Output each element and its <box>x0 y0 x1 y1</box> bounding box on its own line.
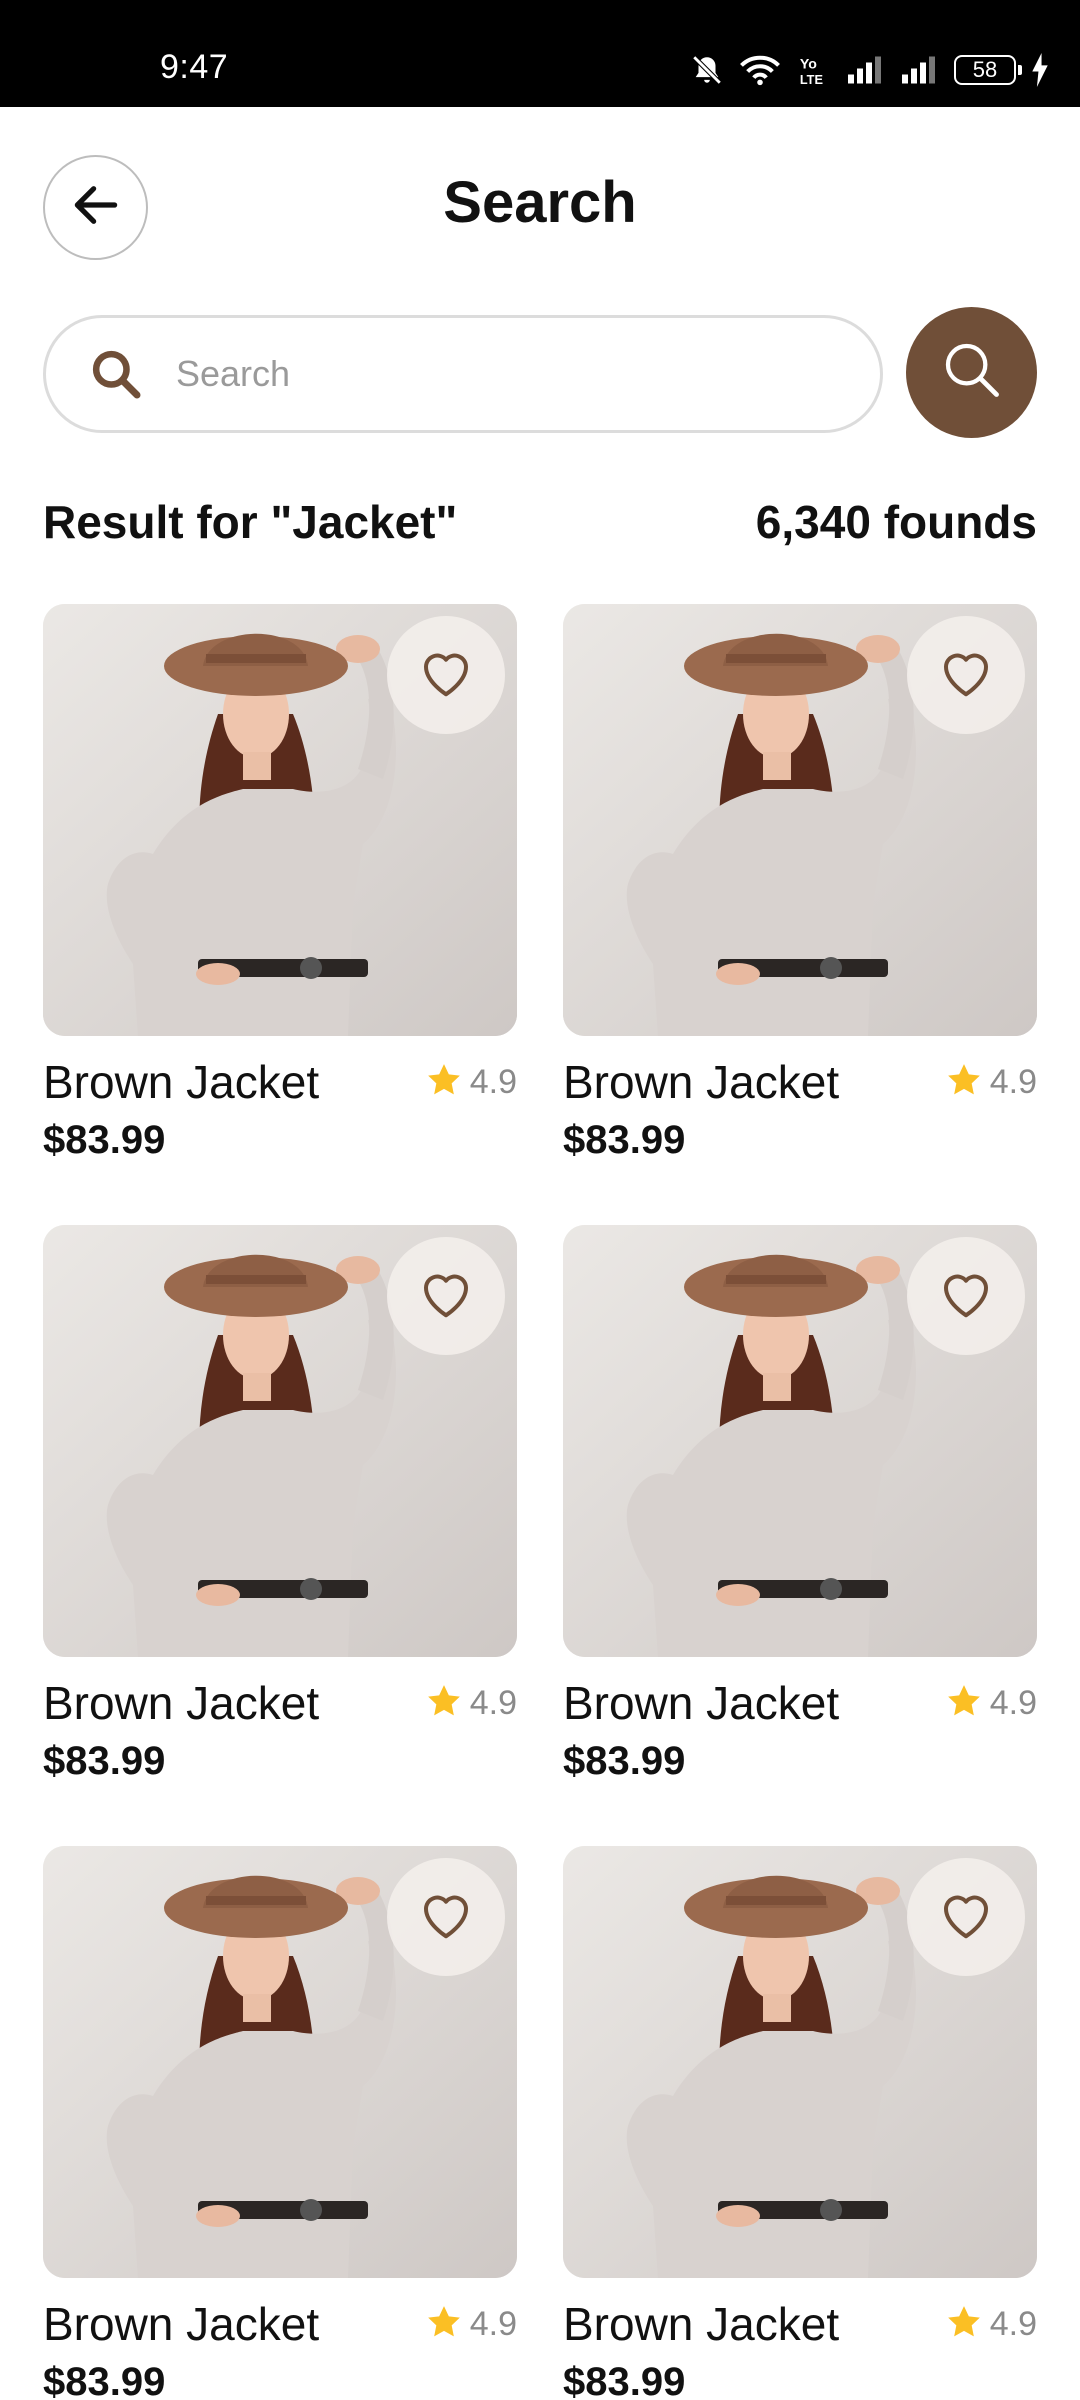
search-icon <box>86 344 146 404</box>
favorite-button[interactable] <box>387 1237 505 1355</box>
volte-icon: Yo LTE <box>796 53 832 87</box>
heart-icon <box>936 1885 996 1950</box>
rating-value: 4.9 <box>989 1684 1037 1722</box>
rating-value: 4.9 <box>469 1063 517 1101</box>
mute-icon <box>690 53 724 87</box>
product-info: Brown Jacket $83.99 4.9 <box>43 2296 517 2400</box>
search-submit-button[interactable] <box>906 307 1037 438</box>
battery-level: 58 <box>972 57 998 82</box>
search-box[interactable] <box>43 315 883 433</box>
result-count: 6,340 founds <box>755 496 1037 548</box>
product-rating: 4.9 <box>424 2302 517 2347</box>
battery-icon: 58 <box>954 55 1022 85</box>
product-rating: 4.9 <box>944 1060 1037 1105</box>
svg-text:Yo: Yo <box>800 57 817 73</box>
signal-icon <box>846 55 886 85</box>
product-price: $83.99 <box>43 1118 166 1162</box>
product-price: $83.99 <box>563 2360 686 2400</box>
product-image[interactable] <box>563 1846 1037 2278</box>
heart-icon <box>416 1264 476 1329</box>
product-image[interactable] <box>43 1225 517 1657</box>
product-card[interactable]: Brown Jacket $83.99 4.9 <box>43 604 517 1225</box>
rating-value: 4.9 <box>989 2305 1037 2343</box>
status-icons: Yo LTE 58 <box>690 52 1050 88</box>
product-grid: Brown Jacket $83.99 4.9 Brown Jacket $83… <box>43 604 1037 2400</box>
star-icon <box>424 1681 464 1726</box>
product-rating: 4.9 <box>944 1681 1037 1726</box>
charging-icon <box>1030 53 1050 87</box>
product-card[interactable]: Brown Jacket $83.99 4.9 <box>563 1225 1037 1846</box>
product-card[interactable]: Brown Jacket $83.99 4.9 <box>563 604 1037 1225</box>
star-icon <box>424 1060 464 1105</box>
star-icon <box>944 1681 984 1726</box>
status-bar: 9:47 Yo LTE 58 <box>0 0 1080 107</box>
product-rating: 4.9 <box>944 2302 1037 2347</box>
heart-icon <box>416 1885 476 1950</box>
heart-icon <box>416 643 476 708</box>
product-image[interactable] <box>563 1225 1037 1657</box>
rating-value: 4.9 <box>469 2305 517 2343</box>
result-label: Result for "Jacket" <box>43 496 458 548</box>
star-icon <box>944 2302 984 2347</box>
header: Search <box>0 107 1080 307</box>
favorite-button[interactable] <box>907 1858 1025 1976</box>
rating-value: 4.9 <box>469 1684 517 1722</box>
product-card[interactable]: Brown Jacket $83.99 4.9 <box>563 1846 1037 2400</box>
product-info: Brown Jacket $83.99 4.9 <box>563 1675 1037 1784</box>
product-price: $83.99 <box>43 1739 166 1783</box>
page-title: Search <box>443 170 637 235</box>
star-icon <box>424 2302 464 2347</box>
favorite-button[interactable] <box>907 1237 1025 1355</box>
heart-icon <box>936 643 996 708</box>
result-summary: Result for "Jacket" 6,340 founds <box>43 492 1037 552</box>
search-input[interactable] <box>176 353 816 395</box>
product-info: Brown Jacket $83.99 4.9 <box>43 1054 517 1163</box>
product-card[interactable]: Brown Jacket $83.99 4.9 <box>43 1225 517 1846</box>
favorite-button[interactable] <box>387 1858 505 1976</box>
product-image[interactable] <box>43 1846 517 2278</box>
product-rating: 4.9 <box>424 1681 517 1726</box>
favorite-button[interactable] <box>907 616 1025 734</box>
signal-icon <box>900 55 940 85</box>
product-price: $83.99 <box>563 1118 686 1162</box>
svg-text:LTE: LTE <box>800 72 823 87</box>
product-price: $83.99 <box>43 2360 166 2400</box>
product-image[interactable] <box>43 604 517 1036</box>
star-icon <box>944 1060 984 1105</box>
product-card[interactable]: Brown Jacket $83.99 4.9 <box>43 1846 517 2400</box>
favorite-button[interactable] <box>387 616 505 734</box>
status-time: 9:47 <box>160 48 229 86</box>
search-row <box>43 307 1037 442</box>
heart-icon <box>936 1264 996 1329</box>
product-info: Brown Jacket $83.99 4.9 <box>563 1054 1037 1163</box>
rating-value: 4.9 <box>989 1063 1037 1101</box>
product-image[interactable] <box>563 604 1037 1036</box>
product-rating: 4.9 <box>424 1060 517 1105</box>
product-info: Brown Jacket $83.99 4.9 <box>563 2296 1037 2400</box>
search-icon <box>940 338 1004 407</box>
product-price: $83.99 <box>563 1739 686 1783</box>
product-info: Brown Jacket $83.99 4.9 <box>43 1675 517 1784</box>
wifi-icon <box>738 53 782 87</box>
